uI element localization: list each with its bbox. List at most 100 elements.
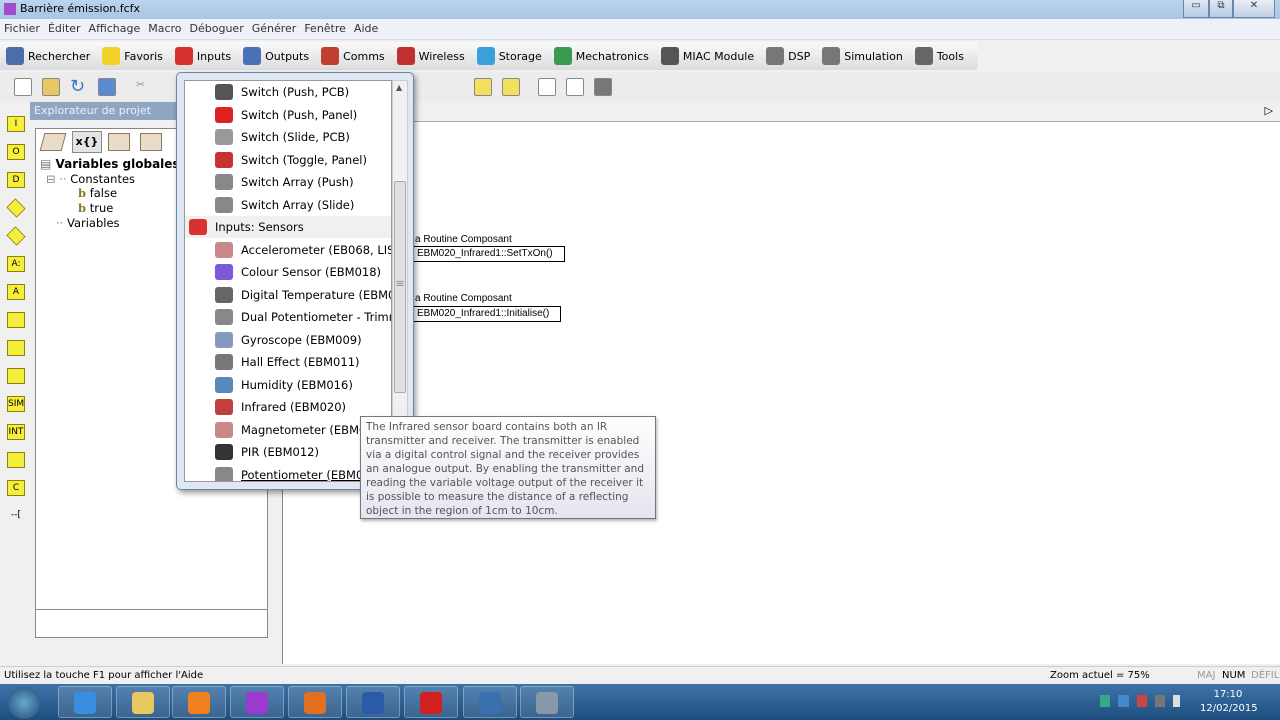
flowchart-canvas[interactable]: ▷ a Routine Composant EBM020_Infrared1::…	[282, 102, 1280, 664]
flowchart-symbol-icon[interactable]	[7, 340, 25, 356]
component-macro-block[interactable]: EBM020_Infrared1::Initialise()	[413, 306, 561, 322]
flowchart-symbol-icon[interactable]: O	[7, 144, 25, 160]
taskbar-tool[interactable]	[520, 686, 574, 718]
menu-3[interactable]: Macro	[144, 19, 185, 38]
menu-7[interactable]: Aide	[350, 19, 382, 38]
scroll-up-icon[interactable]: ▲	[396, 83, 402, 92]
flowchart-symbol-icon[interactable]: I	[7, 116, 25, 132]
tree-item-false[interactable]: b false	[78, 186, 117, 200]
toolbar-comms-button[interactable]: Comms	[315, 42, 391, 70]
component-item[interactable]: Switch (Push, Panel)	[185, 104, 391, 126]
category-header[interactable]: Inputs: Sensors	[185, 216, 391, 238]
component-item[interactable]: Dual Potentiometer - Trimmer	[185, 306, 391, 328]
close-button[interactable]: ✕	[1233, 0, 1275, 18]
toolbar-dsp-button[interactable]: DSP	[760, 42, 816, 70]
variables-tab-icon[interactable]: x{}	[72, 131, 102, 153]
toolbar-miac-module-button[interactable]: MIAC Module	[655, 42, 760, 70]
taskbar-libreoffice-writer[interactable]	[463, 686, 517, 718]
flowchart-icon-strip: I O D A: A SIM INT C --[	[0, 102, 30, 664]
macro2-icon[interactable]	[502, 78, 520, 96]
collapse-icon[interactable]: ⊟ ··	[46, 172, 70, 186]
start-button[interactable]	[8, 687, 40, 719]
component-out-icon[interactable]	[566, 78, 584, 96]
macros-tab-icon[interactable]	[108, 133, 130, 151]
chip-icon[interactable]	[594, 78, 612, 96]
expand-arrow-icon[interactable]: ▷	[1265, 104, 1273, 117]
flowchart-symbol-icon[interactable]	[6, 198, 26, 218]
component-icon	[215, 196, 233, 213]
component-item[interactable]: Infrared (EBM020)	[185, 396, 391, 418]
status-help: Utilisez la touche F1 pour afficher l'Ai…	[4, 670, 204, 681]
component-item[interactable]: Hall Effect (EBM011)	[185, 351, 391, 373]
toolbar-wireless-button[interactable]: Wireless	[391, 42, 471, 70]
sync-icon[interactable]	[1118, 695, 1129, 707]
component-item[interactable]: Switch (Toggle, Panel)	[185, 149, 391, 171]
component-item[interactable]: Accelerometer (EB068, LIS3L	[185, 239, 391, 261]
flowchart-symbol-icon[interactable]	[7, 452, 25, 468]
component-icon	[215, 241, 233, 258]
component-item[interactable]: Switch Array (Slide)	[185, 194, 391, 216]
component-item[interactable]: Humidity (EBM016)	[185, 374, 391, 396]
toolbar-tools-button[interactable]: Tools	[909, 42, 970, 70]
toolbar-simulation-button[interactable]: Simulation	[816, 42, 909, 70]
ports-tab-icon[interactable]	[39, 133, 67, 151]
tree-constants[interactable]: ⊟ ·· Constantes	[46, 172, 135, 186]
component-item[interactable]: Digital Temperature (EBM004	[185, 284, 391, 306]
network-icon[interactable]	[1100, 695, 1111, 707]
toolbar-storage-button[interactable]: Storage	[471, 42, 548, 70]
macro-icon[interactable]	[474, 78, 492, 96]
flowchart-symbol-icon[interactable]: INT	[7, 424, 25, 440]
menu-2[interactable]: Affichage	[85, 19, 145, 38]
component-item[interactable]: Gyroscope (EBM009)	[185, 329, 391, 351]
tree-root[interactable]: ▤ Variables globales	[40, 157, 180, 171]
flowchart-symbol-icon[interactable]	[6, 226, 26, 246]
taskbar-file-explorer[interactable]	[116, 686, 170, 718]
menu-0[interactable]: Fichier	[0, 19, 44, 38]
components-tab-icon[interactable]	[140, 133, 162, 151]
toolbar-rechercher-button[interactable]: Rechercher	[0, 42, 96, 70]
menu-1[interactable]: Éditer	[44, 19, 85, 38]
menu-6[interactable]: Fenêtre	[300, 19, 350, 38]
flag-icon[interactable]	[1136, 695, 1147, 707]
taskbar-flowcode[interactable]	[230, 686, 284, 718]
flowchart-symbol-icon[interactable]: D	[7, 172, 25, 188]
component-item[interactable]: Colour Sensor (EBM018)	[185, 261, 391, 283]
wireless-icon	[396, 47, 415, 65]
power-icon[interactable]	[1154, 695, 1166, 707]
tree-variables[interactable]: ·· Variables	[56, 216, 120, 230]
clock[interactable]: 17:10 12/02/2015	[1200, 688, 1258, 716]
taskbar-word[interactable]	[346, 686, 400, 718]
scroll-thumb[interactable]: ≡	[394, 181, 406, 393]
taskbar-media-player[interactable]	[172, 686, 226, 718]
toolbar-favoris-button[interactable]: Favoris	[96, 42, 169, 70]
component-item[interactable]: Switch (Slide, PCB)	[185, 126, 391, 148]
taskbar-acrobat[interactable]	[404, 686, 458, 718]
refresh-icon[interactable]: ↻	[70, 78, 88, 96]
component-macro-block[interactable]: EBM020_Infrared1::SetTxOn()	[413, 246, 565, 262]
flowchart-symbol-icon[interactable]: C	[7, 480, 25, 496]
cut-icon[interactable]: ✂	[136, 78, 154, 96]
minimize-button[interactable]: ▭	[1183, 0, 1209, 18]
flowchart-symbol-icon[interactable]: A	[7, 284, 25, 300]
save-icon[interactable]	[98, 78, 116, 96]
component-item[interactable]: Switch Array (Push)	[185, 171, 391, 193]
flowchart-symbol-icon[interactable]: SIM	[7, 396, 25, 412]
taskbar-firefox[interactable]	[288, 686, 342, 718]
tree-item-true[interactable]: b true	[78, 201, 113, 215]
menu-5[interactable]: Générer	[248, 19, 301, 38]
component-in-icon[interactable]	[538, 78, 556, 96]
flowchart-symbol-icon[interactable]	[7, 368, 25, 384]
new-file-icon[interactable]	[14, 78, 32, 96]
flowchart-symbol-icon[interactable]: A:	[7, 256, 25, 272]
open-folder-icon[interactable]	[42, 78, 60, 96]
toolbar-inputs-button[interactable]: Inputs	[169, 42, 237, 70]
component-item[interactable]: Switch (Push, PCB)	[185, 81, 391, 103]
flowchart-symbol-icon[interactable]	[7, 312, 25, 328]
volume-icon[interactable]	[1173, 695, 1180, 707]
toolbar-outputs-button[interactable]: Outputs	[237, 42, 315, 70]
taskbar-internet-explorer[interactable]	[58, 686, 112, 718]
flowchart-symbol-icon[interactable]: --[	[7, 508, 25, 524]
menu-4[interactable]: Déboguer	[186, 19, 248, 38]
toolbar-mechatronics-button[interactable]: Mechatronics	[548, 42, 655, 70]
restore-button[interactable]: ⧉	[1209, 0, 1233, 18]
